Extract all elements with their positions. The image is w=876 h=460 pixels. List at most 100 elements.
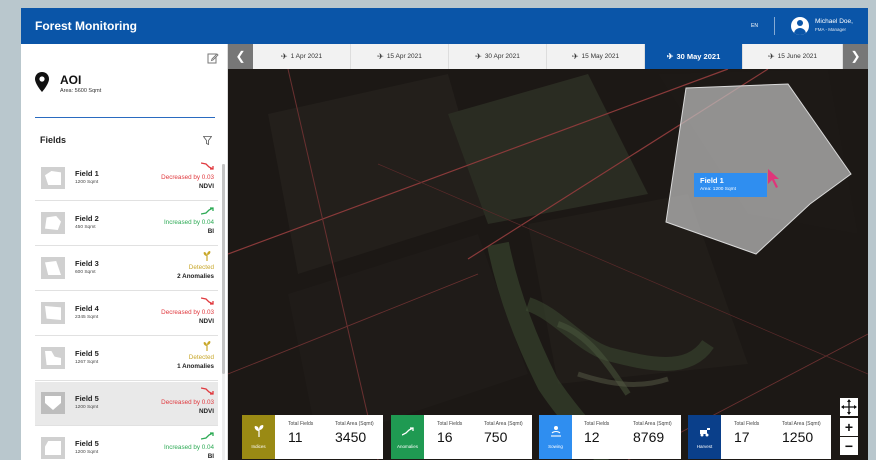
card-area-value: 1250 <box>782 429 814 445</box>
user-avatar-icon[interactable] <box>791 17 809 35</box>
field-list-item[interactable]: Field 4 2345 Sqmt Decreased by 0.03 NDVI <box>35 292 218 336</box>
field-metric: NDVI <box>198 183 214 190</box>
field-name: Field 5 <box>75 439 99 448</box>
field-list-item[interactable]: Field 2 450 Sqmt Increased by 0.04 BI <box>35 202 218 246</box>
map-controls: + − <box>840 398 858 456</box>
harvest-icon <box>700 428 710 437</box>
card-area-value: 3450 <box>335 429 367 445</box>
header-divider <box>774 17 775 35</box>
field-name: Field 3 <box>75 259 99 268</box>
trend-down-icon <box>201 162 214 170</box>
card-fields-value: 16 <box>437 429 453 445</box>
summary-card-anomalies[interactable]: Anomalies Total Fields 16 Total Area (Sq… <box>391 415 532 459</box>
chevron-right-icon[interactable]: ❯ <box>843 44 868 69</box>
location-pin-icon <box>35 72 49 92</box>
scrollbar-thumb[interactable] <box>222 164 225 374</box>
edit-icon[interactable] <box>207 52 219 64</box>
card-fields-value: 17 <box>734 429 750 445</box>
chevron-left-icon[interactable]: ❮ <box>228 44 253 69</box>
zoom-out-button[interactable]: − <box>840 437 858 455</box>
user-role: FMA - Manager <box>815 27 847 32</box>
top-bar: Forest Monitoring EN Michael Doe, FMA - … <box>21 8 868 44</box>
field-name: Field 4 <box>75 304 99 313</box>
sidebar: AOI Area: 5600 Sqmt Fields Field 1 1200 … <box>21 44 228 460</box>
field-area: 1200 Sqmt <box>75 180 99 185</box>
card-area-value: 8769 <box>633 429 665 445</box>
field-area: 1200 Sqmt <box>75 405 99 410</box>
card-badge: Anomalies <box>391 415 424 459</box>
field-area: 1200 Sqmt <box>75 450 99 455</box>
satellite-map[interactable]: ❮ ✈ 1 Apr 2021 ✈ 15 Apr 2021 ✈ 30 Apr 2021 … <box>228 44 868 460</box>
field-name: Field 5 <box>75 349 99 358</box>
field-area: 450 Sqmt <box>75 225 96 230</box>
field-metric: 1 Anomalies <box>177 363 214 370</box>
card-badge: Harvest <box>688 415 721 459</box>
app-window: Forest Monitoring EN Michael Doe, FMA - … <box>21 8 868 460</box>
app-title: Forest Monitoring <box>35 19 137 33</box>
aoi-area: Area: 5600 Sqmt <box>60 88 102 94</box>
card-badge: Sowing <box>539 415 572 459</box>
plant-icon <box>254 425 264 437</box>
field-thumbnail <box>41 257 65 279</box>
filter-icon[interactable] <box>203 136 212 145</box>
trend-down-icon <box>201 297 214 305</box>
section-divider <box>35 117 215 118</box>
field-indicator: Decreased by 0.03 <box>161 174 214 181</box>
timeline-date-tab[interactable]: ✈ 15 Apr 2021 <box>351 44 449 69</box>
tooltip-area: Area: 1200 Sqmt <box>700 187 736 192</box>
card-fields-value: 12 <box>584 429 600 445</box>
summary-card-sowing[interactable]: Sowing Total Fields 12 Total Area (Sqmt)… <box>539 415 681 459</box>
timeline-date-tab[interactable]: ✈ 1 Apr 2021 <box>253 44 351 69</box>
satellite-icon: ✈ <box>475 52 482 61</box>
trend-down-icon <box>201 387 214 395</box>
field-name: Field 1 <box>75 169 99 178</box>
field-thumbnail <box>41 437 65 459</box>
tooltip-title: Field 1 <box>700 176 724 185</box>
field-list-item[interactable]: Field 5 1200 Sqmt Increased by 0.04 BI <box>35 427 218 460</box>
timeline-date-tab-selected[interactable]: ✈ 30 May 2021 <box>645 44 743 69</box>
card-badge: Indices <box>242 415 275 459</box>
timeline-date-tab[interactable]: ✈ 30 Apr 2021 <box>449 44 547 69</box>
move-icon[interactable] <box>840 398 858 416</box>
zoom-in-button[interactable]: + <box>840 418 858 436</box>
card-fields-value: 11 <box>288 429 303 445</box>
field-metric: NDVI <box>198 408 214 415</box>
trend-up-icon <box>201 432 214 440</box>
field-tooltip: Field 1 Area: 1200 Sqmt <box>694 173 767 197</box>
field-thumbnail <box>41 347 65 369</box>
satellite-imagery <box>228 44 868 460</box>
date-timeline: ❮ ✈ 1 Apr 2021 ✈ 15 Apr 2021 ✈ 30 Apr 2021 … <box>228 44 868 69</box>
sowing-icon <box>551 426 561 437</box>
field-thumbnail <box>41 302 65 324</box>
field-thumbnail <box>41 167 65 189</box>
anomaly-plant-icon <box>203 251 211 261</box>
timeline-date-tab[interactable]: ✈ 15 May 2021 <box>547 44 645 69</box>
field-area: 1267 Sqmt <box>75 360 99 365</box>
user-name[interactable]: Michael Doe, <box>815 18 853 25</box>
field-list-item[interactable]: Field 1 1200 Sqmt Decreased by 0.03 NDVI <box>35 157 218 201</box>
card-area-value: 750 <box>484 429 508 445</box>
summary-card-indices[interactable]: Indices Total Fields 11 Total Area (Sqmt… <box>242 415 383 459</box>
field-thumbnail <box>41 212 65 234</box>
satellite-icon: ✈ <box>666 52 674 61</box>
field-area: 2345 Sqmt <box>75 315 99 320</box>
language-selector[interactable]: EN <box>751 23 758 29</box>
satellite-icon: ✈ <box>767 52 775 61</box>
field-name: Field 2 <box>75 214 99 223</box>
field-metric: NDVI <box>198 318 214 325</box>
field-list-item-selected[interactable]: Field 5 1200 Sqmt Decreased by 0.03 NDVI <box>35 382 218 426</box>
anomaly-plant-icon <box>203 341 211 351</box>
field-indicator: Detected <box>188 264 214 271</box>
timeline-date-tab[interactable]: ✈ 15 June 2021 <box>743 44 843 69</box>
field-name: Field 5 <box>75 394 99 403</box>
satellite-icon: ✈ <box>571 52 579 61</box>
satellite-icon: ✈ <box>377 52 384 61</box>
trend-up-icon <box>201 207 214 215</box>
field-indicator: Decreased by 0.03 <box>161 399 214 406</box>
field-list-item[interactable]: Field 5 1267 Sqmt Detected 1 Anomalies <box>35 337 218 381</box>
field-area: 600 Sqmt <box>75 270 96 275</box>
aoi-title: AOI <box>60 73 82 87</box>
summary-card-harvest[interactable]: Harvest Total Fields 17 Total Area (Sqmt… <box>688 415 831 459</box>
fields-heading: Fields <box>40 135 67 145</box>
field-list-item[interactable]: Field 3 600 Sqmt Detected 2 Anomalies <box>35 247 218 291</box>
